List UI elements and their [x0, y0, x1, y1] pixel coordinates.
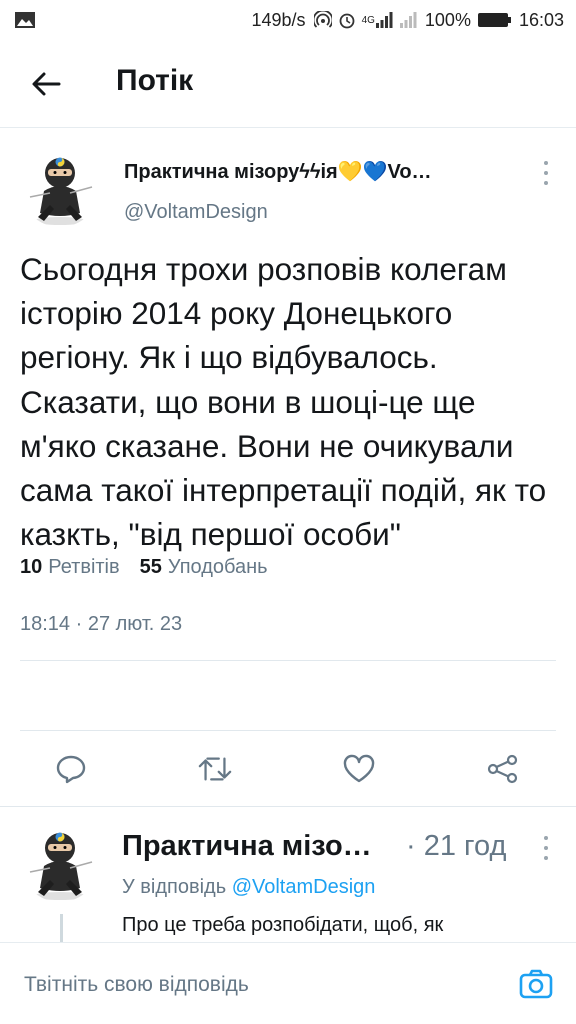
battery-icon	[477, 11, 513, 29]
thread-line	[60, 914, 63, 944]
compose-bar	[0, 942, 576, 1024]
signal-4g-icon: 4G	[362, 12, 393, 28]
retweet-icon	[198, 757, 232, 781]
ninja-avatar-icon	[20, 147, 100, 227]
divider	[20, 730, 556, 731]
status-bar: 149b/s 4G 100% 16:03	[0, 0, 576, 40]
reply-icon	[56, 755, 86, 784]
clock: 16:03	[518, 9, 564, 30]
likes-label: Уподобань	[167, 556, 268, 578]
back-button[interactable]	[26, 68, 66, 100]
author-name[interactable]: Практична мізоруϟϟія💛💙Vo…	[124, 159, 432, 184]
alarm-icon	[338, 11, 356, 29]
network-speed: 149b/s	[251, 9, 306, 30]
tweet-actions	[0, 744, 576, 792]
image-notification-icon	[14, 11, 36, 29]
signal-label: 4G	[361, 14, 375, 26]
reply-to-handle[interactable]: @VoltamDesign	[232, 876, 376, 898]
share-icon	[487, 754, 518, 784]
retweets-count: 10	[20, 556, 43, 578]
reply-to-prefix: У відповідь	[122, 876, 227, 898]
share-button[interactable]	[486, 754, 520, 784]
like-button[interactable]	[342, 754, 376, 784]
reply-author-name[interactable]: Практична мізо…	[122, 830, 372, 863]
more-options-button[interactable]	[540, 161, 552, 185]
reply-input[interactable]	[24, 973, 494, 997]
author-handle[interactable]: @VoltamDesign	[124, 201, 268, 224]
like-icon	[343, 754, 375, 783]
reply-text: Про це треба розпобідати, щоб, як	[122, 914, 444, 936]
reply-time: · 21 год	[406, 830, 507, 862]
retweets-label: Ретвітів	[48, 556, 120, 578]
tweet-timestamp[interactable]: 18:14 · 27 лют. 23	[20, 613, 182, 636]
reply-tweet[interactable]: Практична мізо… · 21 год У відповідь @Vo…	[0, 806, 576, 944]
signal-empty-icon	[399, 12, 419, 28]
tweet-stats: 10 Ретвітів 55 Уподобань	[20, 556, 268, 579]
app-header: Потік	[0, 40, 576, 128]
reply-button[interactable]	[54, 754, 88, 784]
arrow-left-icon	[32, 72, 61, 96]
camera-icon	[519, 969, 553, 999]
retweets-stat[interactable]: 10 Ретвітів	[20, 556, 120, 579]
reply-to-line: У відповідь @VoltamDesign	[122, 876, 375, 899]
page-title: Потік	[116, 64, 194, 97]
ninja-avatar-icon	[20, 822, 100, 902]
likes-stat[interactable]: 55 Уподобань	[140, 556, 268, 579]
retweet-button[interactable]	[198, 754, 232, 784]
avatar[interactable]	[20, 822, 100, 902]
divider	[20, 660, 556, 661]
camera-button[interactable]	[518, 967, 554, 1001]
battery-percent: 100%	[424, 9, 471, 30]
reply-more-options-button[interactable]	[540, 836, 552, 860]
likes-count: 55	[139, 556, 162, 578]
avatar[interactable]	[20, 147, 100, 227]
tweet-text: Сьогодня трохи розповів колегам історію …	[20, 251, 547, 553]
hotspot-icon	[313, 11, 332, 29]
